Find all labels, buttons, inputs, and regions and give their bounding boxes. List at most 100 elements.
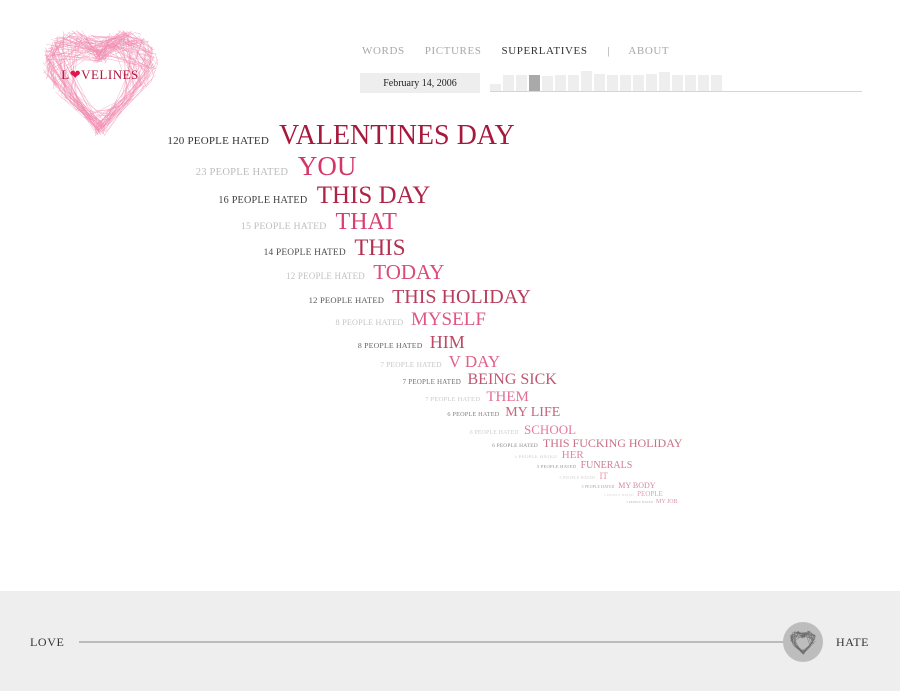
heart-stroke <box>106 83 143 112</box>
timeline-day-bar[interactable] <box>659 72 670 91</box>
hated-word[interactable]: THEM <box>486 390 529 405</box>
hated-word[interactable]: THIS FUCKING HOLIDAY <box>543 437 683 449</box>
timeline-day-bar[interactable] <box>594 74 605 91</box>
superlative-row[interactable]: 7 PEOPLE HATED V DAY <box>380 353 500 370</box>
superlative-row[interactable]: 7 PEOPLE HATED BEING SICK <box>403 372 557 388</box>
timeline-day-bar[interactable] <box>698 75 709 91</box>
timeline-day-bar[interactable] <box>620 75 631 91</box>
hate-count: 16 PEOPLE HATED <box>218 195 308 206</box>
hated-word[interactable]: MYSELF <box>411 310 486 329</box>
nav-separator: | <box>607 45 611 57</box>
heart-icon: ❤ <box>69 67 82 82</box>
superlative-row[interactable]: 12 PEOPLE HATED THIS HOLIDAY <box>309 287 531 307</box>
hate-count: 5 PEOPLE HATED <box>626 500 653 504</box>
hated-word[interactable]: TODAY <box>373 262 444 283</box>
nav-superlatives[interactable]: SUPERLATIVES <box>502 45 588 57</box>
hate-count: 23 PEOPLE HATED <box>195 167 289 178</box>
timeline-day-bar[interactable] <box>555 75 566 91</box>
heart-stroke <box>155 52 158 62</box>
hate-count: 8 PEOPLE HATED <box>357 341 423 350</box>
slider-track[interactable] <box>79 641 785 643</box>
hated-word[interactable]: VALENTINES DAY <box>279 122 515 150</box>
hated-word[interactable]: THAT <box>336 210 397 234</box>
hate-count: 7 PEOPLE HATED <box>380 360 442 369</box>
superlative-row[interactable]: 5 PEOPLE HATED HER <box>514 450 583 461</box>
hated-word[interactable]: HIM <box>430 333 465 351</box>
superlative-row[interactable]: 6 PEOPLE HATED THIS FUCKING HOLIDAY <box>492 437 682 449</box>
hate-count: 12 PEOPLE HATED <box>308 295 385 305</box>
hated-word[interactable]: THIS <box>354 236 405 259</box>
hate-count: 6 PEOPLE HATED <box>447 411 500 418</box>
hate-count: 120 PEOPLE HATED <box>167 135 269 147</box>
heart-stroke <box>793 642 804 654</box>
hate-count: 5 PEOPLE HATED <box>604 493 634 497</box>
superlative-row[interactable]: 5 PEOPLE HATED FUNERALS <box>537 461 632 471</box>
hated-word[interactable]: IT <box>599 472 608 481</box>
love-label: LOVE <box>30 635 65 649</box>
hate-count: 15 PEOPLE HATED <box>240 221 327 232</box>
hated-word[interactable]: MY LIFE <box>505 406 560 420</box>
superlative-row[interactable]: 5 PEOPLE HATED MY BODY <box>582 482 656 490</box>
logo[interactable]: L❤VELINES <box>20 25 180 137</box>
timeline-day-bar[interactable] <box>607 75 618 91</box>
date-display: February 14, 2006 <box>360 73 480 93</box>
hated-word[interactable]: MY JOB <box>656 499 678 505</box>
hated-word[interactable]: THIS HOLIDAY <box>392 287 531 307</box>
superlative-row[interactable]: 23 PEOPLE HATED YOU <box>196 153 357 180</box>
logo-text: L❤VELINES <box>20 67 180 83</box>
timeline-day-bar[interactable] <box>672 75 683 91</box>
main-nav: WORDS PICTURES SUPERLATIVES | ABOUT <box>362 45 689 57</box>
nav-about[interactable]: ABOUT <box>628 45 669 57</box>
timeline-day-bar[interactable] <box>711 75 722 91</box>
superlative-row[interactable]: 15 PEOPLE HATED THAT <box>241 210 397 234</box>
timeline-day-bar[interactable] <box>633 75 644 91</box>
hate-count: 14 PEOPLE HATED <box>263 248 346 258</box>
timeline-day-bar[interactable] <box>503 75 514 91</box>
timeline-day-bar[interactable] <box>542 76 553 91</box>
hated-word[interactable]: FUNERALS <box>581 461 633 471</box>
scribble-heart-icon <box>790 630 816 655</box>
superlative-row[interactable]: 6 PEOPLE HATED SCHOOL <box>470 423 576 436</box>
superlative-row[interactable]: 16 PEOPLE HATED THIS DAY <box>218 183 430 208</box>
hate-count: 8 PEOPLE HATED <box>335 318 404 327</box>
timeline-day-bar[interactable] <box>646 74 657 91</box>
hated-word[interactable]: THIS DAY <box>317 183 431 208</box>
hated-word[interactable]: BEING SICK <box>468 372 557 388</box>
hate-count: 12 PEOPLE HATED <box>286 271 365 281</box>
superlative-row[interactable]: 5 PEOPLE HATED MY JOB <box>626 499 677 505</box>
timeline-day-bar[interactable] <box>568 75 579 91</box>
superlative-row[interactable]: 7 PEOPLE HATED THEM <box>425 390 529 405</box>
hate-count: 6 PEOPLE HATED <box>492 443 538 449</box>
hated-word[interactable]: YOU <box>298 153 357 180</box>
timeline-baseline <box>490 91 862 92</box>
superlative-row[interactable]: 6 PEOPLE HATED MY LIFE <box>447 406 560 420</box>
timeline-day-bar[interactable] <box>529 75 540 91</box>
hate-label: HATE <box>836 635 870 649</box>
hate-count: 5 PEOPLE HATED <box>559 475 596 480</box>
hated-word[interactable]: PEOPLE <box>637 491 663 498</box>
hated-word[interactable]: SCHOOL <box>524 423 576 436</box>
timeline-day-bar[interactable] <box>516 75 527 91</box>
hate-count: 5 PEOPLE HATED <box>581 485 615 489</box>
superlative-row[interactable]: 8 PEOPLE HATED HIM <box>358 333 465 351</box>
timeline-day-bar[interactable] <box>490 84 501 91</box>
superlative-row[interactable]: 8 PEOPLE HATED MYSELF <box>336 310 486 329</box>
logo-text-post: VELINES <box>81 67 139 82</box>
superlative-row[interactable]: 120 PEOPLE HATED VALENTINES DAY <box>167 122 514 150</box>
heart-stroke <box>136 33 142 35</box>
date-timeline[interactable] <box>490 70 862 92</box>
superlative-row[interactable]: 5 PEOPLE HATED IT <box>559 472 608 481</box>
hated-word[interactable]: MY BODY <box>618 482 655 490</box>
hate-count: 7 PEOPLE HATED <box>402 378 461 386</box>
timeline-day-bar[interactable] <box>685 75 696 91</box>
hate-count: 7 PEOPLE HATED <box>425 396 481 403</box>
superlative-row[interactable]: 5 PEOPLE HATED PEOPLE <box>604 491 663 498</box>
slider-knob[interactable] <box>783 622 823 662</box>
nav-words[interactable]: WORDS <box>362 45 405 57</box>
hated-word[interactable]: V DAY <box>449 353 501 370</box>
love-hate-slider-bar: LOVE HATE <box>0 591 900 691</box>
timeline-day-bar[interactable] <box>581 71 592 91</box>
superlative-row[interactable]: 14 PEOPLE HATED THIS <box>264 236 406 259</box>
nav-pictures[interactable]: PICTURES <box>425 45 482 57</box>
superlative-row[interactable]: 12 PEOPLE HATED TODAY <box>286 262 444 283</box>
